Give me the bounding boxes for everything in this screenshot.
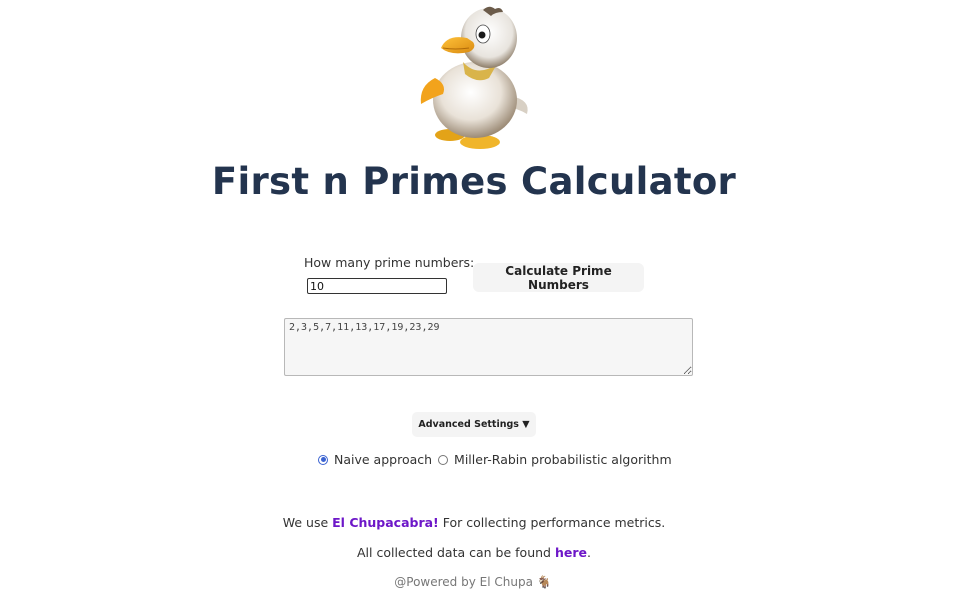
duck-mascot-image bbox=[420, 6, 528, 149]
advanced-settings-button[interactable]: Advanced Settings ▼ bbox=[412, 412, 536, 437]
primes-output-textarea[interactable]: 2,3,5,7,11,13,17,19,23,29 bbox=[284, 318, 693, 376]
naive-approach-label: Naive approach bbox=[334, 452, 433, 467]
page-title: First n Primes Calculator bbox=[211, 160, 737, 203]
data-prefix-text: All collected data can be found bbox=[357, 545, 555, 560]
calculate-primes-button[interactable]: Calculate Prime Numbers bbox=[473, 263, 644, 292]
data-suffix-text: . bbox=[587, 545, 591, 560]
miller-rabin-option[interactable]: Miller-Rabin probabilistic algorithm bbox=[438, 452, 672, 467]
data-here-link[interactable]: here bbox=[555, 545, 587, 560]
miller-rabin-label: Miller-Rabin probabilistic algorithm bbox=[454, 452, 672, 467]
powered-by-text: @Powered by El Chupa 🐐 bbox=[394, 575, 552, 589]
el-chupacabra-link[interactable]: El Chupacabra! bbox=[332, 515, 439, 530]
miller-rabin-radio[interactable] bbox=[438, 454, 449, 465]
metrics-suffix-text: For collecting performance metrics. bbox=[438, 515, 666, 530]
prime-count-label: How many prime numbers: bbox=[304, 255, 475, 270]
data-notice: All collected data can be found here. bbox=[0, 545, 948, 560]
algorithm-radio-group: Naive approach Miller-Rabin probabilisti… bbox=[318, 452, 672, 467]
prime-count-input[interactable] bbox=[307, 278, 447, 294]
page: First n Primes Calculator How many prime… bbox=[0, 0, 965, 615]
metrics-prefix-text: We use bbox=[282, 515, 333, 530]
metrics-notice: We use El Chupacabra! For collecting per… bbox=[0, 515, 948, 530]
naive-approach-radio[interactable] bbox=[318, 454, 328, 465]
naive-approach-option[interactable]: Naive approach bbox=[318, 452, 432, 467]
